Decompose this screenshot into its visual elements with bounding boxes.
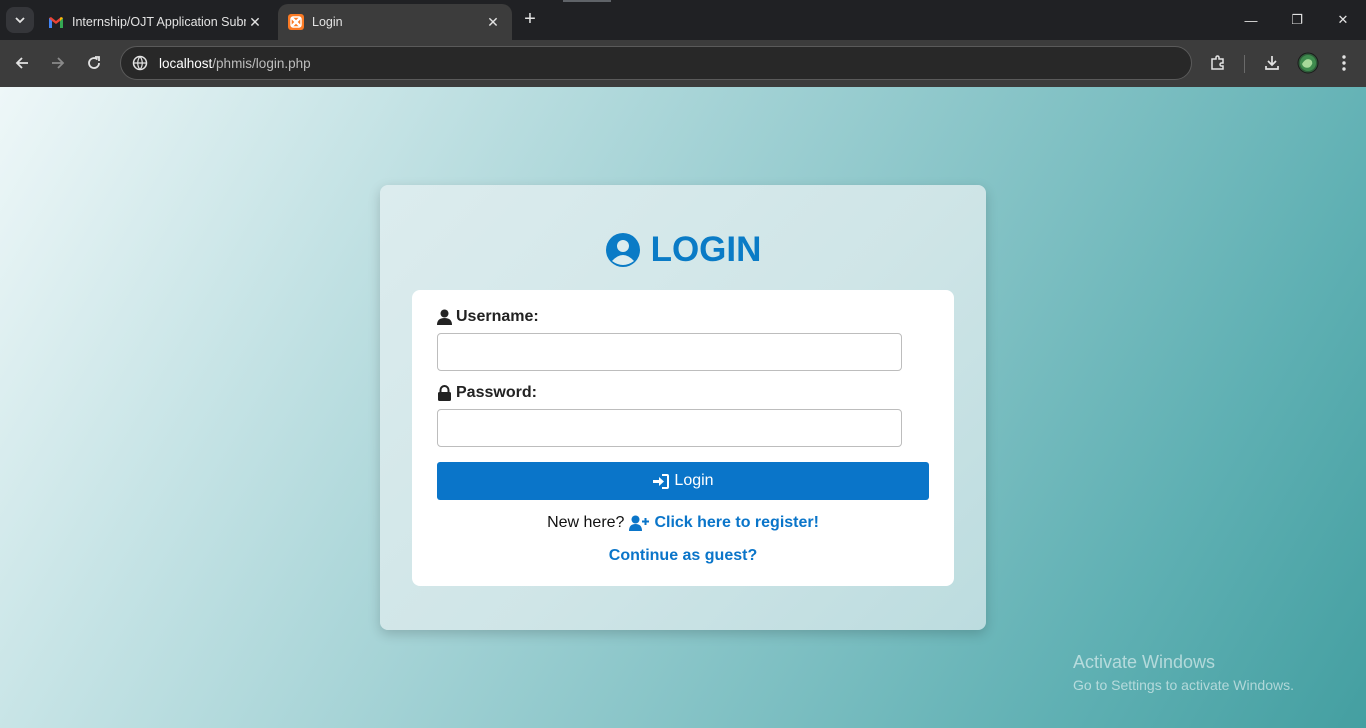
username-input[interactable]	[437, 333, 902, 371]
tab-search-button[interactable]	[6, 7, 34, 33]
minimize-button[interactable]: —	[1228, 0, 1274, 40]
tab-title: Login	[312, 15, 343, 29]
close-icon[interactable]: ✕	[246, 13, 264, 31]
sign-in-icon	[653, 473, 670, 489]
tab-title: Internship/OJT Application Subm	[72, 15, 246, 29]
browser-toolbar: localhost/phmis/login.php	[0, 40, 1366, 87]
password-input[interactable]	[437, 409, 902, 447]
watermark-line-2: Go to Settings to activate Windows.	[1073, 677, 1294, 693]
toolbar-divider	[1244, 55, 1245, 73]
tab-strip: Internship/OJT Application Subm ✕ Login …	[0, 0, 1366, 40]
download-icon	[1265, 56, 1279, 70]
more-vert-icon	[1342, 55, 1346, 71]
restore-button[interactable]: ❐	[1274, 0, 1320, 40]
avatar-icon	[1297, 52, 1319, 74]
arrow-left-icon	[15, 57, 28, 69]
extensions-button[interactable]	[1205, 50, 1231, 76]
username-label: Username:	[437, 308, 539, 326]
reload-button[interactable]	[81, 50, 107, 76]
guest-link[interactable]: Continue as guest?	[412, 547, 954, 565]
xampp-icon	[288, 14, 304, 30]
puzzle-icon	[1211, 55, 1224, 70]
register-line: New here? Click here to register!	[412, 514, 954, 532]
login-form: Username: Password: Login New here? Clic…	[412, 290, 954, 586]
user-icon	[437, 309, 452, 325]
new-tab-button[interactable]: +	[519, 9, 541, 31]
register-link[interactable]: Click here to register!	[629, 514, 819, 532]
browser-menu-button[interactable]	[1331, 50, 1357, 76]
login-title: LOGIN	[650, 230, 762, 269]
activate-windows-watermark: Activate Windows Go to Settings to activ…	[1073, 652, 1294, 693]
url-text: localhost/phmis/login.php	[159, 56, 311, 71]
window-controls: — ❐ ✕	[1228, 0, 1366, 40]
forward-button[interactable]	[45, 50, 71, 76]
address-bar[interactable]: localhost/phmis/login.php	[120, 46, 1192, 80]
register-prompt: New here?	[547, 514, 625, 531]
chevron-down-icon	[15, 17, 25, 24]
reload-icon	[88, 56, 100, 69]
lock-icon	[438, 385, 451, 401]
watermark-line-1: Activate Windows	[1073, 652, 1216, 672]
password-label-text: Password:	[456, 384, 537, 401]
login-card: LOGIN Username: Password: Login New here…	[380, 185, 986, 630]
page-background: LOGIN Username: Password: Login New here…	[0, 87, 1366, 728]
url-path: /phmis/login.php	[212, 55, 311, 71]
site-info-icon[interactable]	[131, 54, 149, 72]
window-close-button[interactable]: ✕	[1320, 0, 1366, 40]
url-host: localhost	[159, 55, 213, 71]
user-circle-icon	[605, 233, 640, 267]
tab-gmail[interactable]: Internship/OJT Application Subm ✕	[38, 4, 274, 40]
user-plus-icon	[629, 515, 650, 531]
back-button[interactable]	[9, 50, 35, 76]
downloads-button[interactable]	[1259, 50, 1285, 76]
username-label-text: Username:	[456, 308, 539, 325]
register-link-text: Click here to register!	[654, 514, 819, 531]
login-button[interactable]: Login	[437, 462, 929, 500]
profile-button[interactable]	[1295, 50, 1321, 76]
gmail-icon	[48, 14, 64, 30]
drag-strip	[563, 0, 611, 2]
login-button-label: Login	[674, 472, 714, 489]
tab-login[interactable]: Login ✕	[278, 4, 512, 40]
close-icon[interactable]: ✕	[484, 13, 502, 31]
login-heading: LOGIN	[380, 230, 986, 270]
password-label: Password:	[437, 384, 537, 402]
arrow-right-icon	[52, 57, 65, 69]
